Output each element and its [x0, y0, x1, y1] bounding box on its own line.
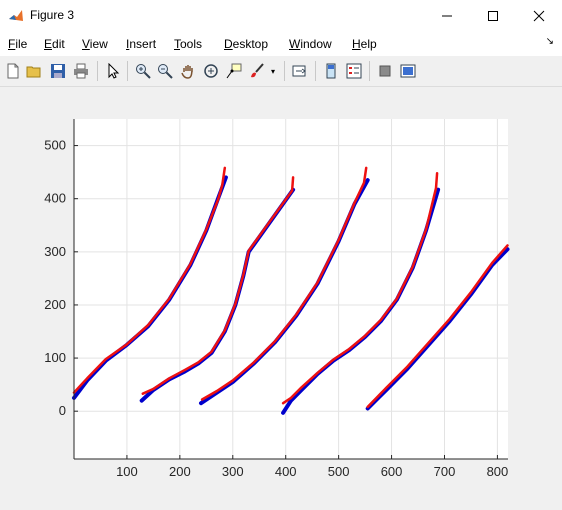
x-tick-label: 400 [275, 464, 297, 479]
minimize-button[interactable] [424, 0, 470, 32]
zoom-in-icon [136, 64, 151, 79]
data-cursor-button[interactable] [225, 62, 243, 80]
brush-icon [251, 63, 264, 78]
menu-tools[interactable]: Tools [174, 37, 202, 51]
x-tick-label: 600 [381, 464, 403, 479]
pan-button[interactable] [179, 62, 197, 80]
link-plot-button[interactable] [291, 62, 309, 80]
edit-plot-icon [108, 63, 120, 79]
y-tick-label: 300 [44, 244, 66, 259]
rotate-3d-button[interactable] [202, 62, 220, 80]
new-figure-icon [7, 63, 19, 79]
link-plot-icon [292, 65, 306, 77]
close-button[interactable] [516, 0, 562, 32]
brush-dropdown-icon[interactable]: ▾ [268, 62, 278, 80]
show-plot-tools-button[interactable] [399, 62, 417, 80]
y-tick-label: 200 [44, 297, 66, 312]
x-tick-label: 500 [328, 464, 350, 479]
window-title: Figure 3 [30, 8, 75, 22]
minimize-icon [442, 15, 452, 17]
edit-plot-button[interactable] [104, 62, 122, 80]
dock-arrow-icon[interactable]: ↘ [546, 36, 554, 47]
y-tick-label: 400 [44, 191, 66, 206]
menu-bar: File Edit View Insert Tools Desktop Wind… [0, 32, 562, 56]
insert-legend-icon [346, 63, 362, 79]
x-tick-label: 100 [116, 464, 138, 479]
insert-legend-button[interactable] [345, 62, 363, 80]
maximize-button[interactable] [470, 0, 516, 32]
figure-canvas: 100 200 300 400 500 600 700 800 0 100 200 300 400 500 [0, 87, 562, 507]
menu-file[interactable]: File [8, 37, 27, 51]
zoom-out-button[interactable] [156, 62, 174, 80]
x-tick-label: 800 [487, 464, 509, 479]
x-tick-label: 700 [434, 464, 456, 479]
toolbar-separator [97, 61, 98, 81]
brush-button[interactable] [248, 62, 266, 80]
rotate-3d-icon [204, 64, 218, 78]
zoom-out-icon [158, 64, 173, 79]
hide-plot-tools-button[interactable] [376, 62, 394, 80]
axes-background [74, 119, 508, 459]
open-file-icon [26, 66, 41, 78]
maximize-icon [488, 11, 498, 21]
close-icon [533, 10, 545, 22]
print-icon [74, 63, 88, 79]
insert-colorbar-button[interactable] [322, 62, 340, 80]
hide-plot-tools-icon [379, 65, 391, 77]
insert-colorbar-icon [326, 63, 336, 79]
toolbar-separator [369, 61, 370, 81]
menu-edit[interactable]: Edit [44, 37, 65, 51]
x-tick-label: 200 [169, 464, 191, 479]
menu-desktop[interactable]: Desktop [224, 37, 268, 51]
pan-icon [181, 65, 193, 79]
plot-svg: 100 200 300 400 500 600 700 800 0 100 200 300 400 500 [44, 119, 510, 479]
y-tick-label: 0 [59, 403, 66, 418]
show-plot-tools-icon [400, 64, 416, 78]
print-button[interactable] [72, 62, 90, 80]
x-tick-label: 300 [222, 464, 244, 479]
zoom-in-button[interactable] [134, 62, 152, 80]
new-figure-button[interactable] [4, 62, 22, 80]
save-icon [51, 64, 65, 78]
y-tick-label: 100 [44, 350, 66, 365]
figure-toolbar: ▾ [0, 56, 562, 87]
menu-insert[interactable]: Insert [126, 37, 156, 51]
toolbar-separator [315, 61, 316, 81]
title-bar: Figure 3 [0, 0, 562, 32]
toolbar-separator [284, 61, 285, 81]
y-tick-label: 500 [44, 138, 66, 153]
matlab-icon [9, 10, 23, 21]
menu-window[interactable]: Window [289, 37, 332, 51]
save-button[interactable] [49, 62, 67, 80]
data-cursor-icon [226, 63, 242, 79]
menu-help[interactable]: Help [352, 37, 377, 51]
menu-view[interactable]: View [82, 37, 108, 51]
toolbar-separator [127, 61, 128, 81]
open-file-button[interactable] [25, 62, 43, 80]
